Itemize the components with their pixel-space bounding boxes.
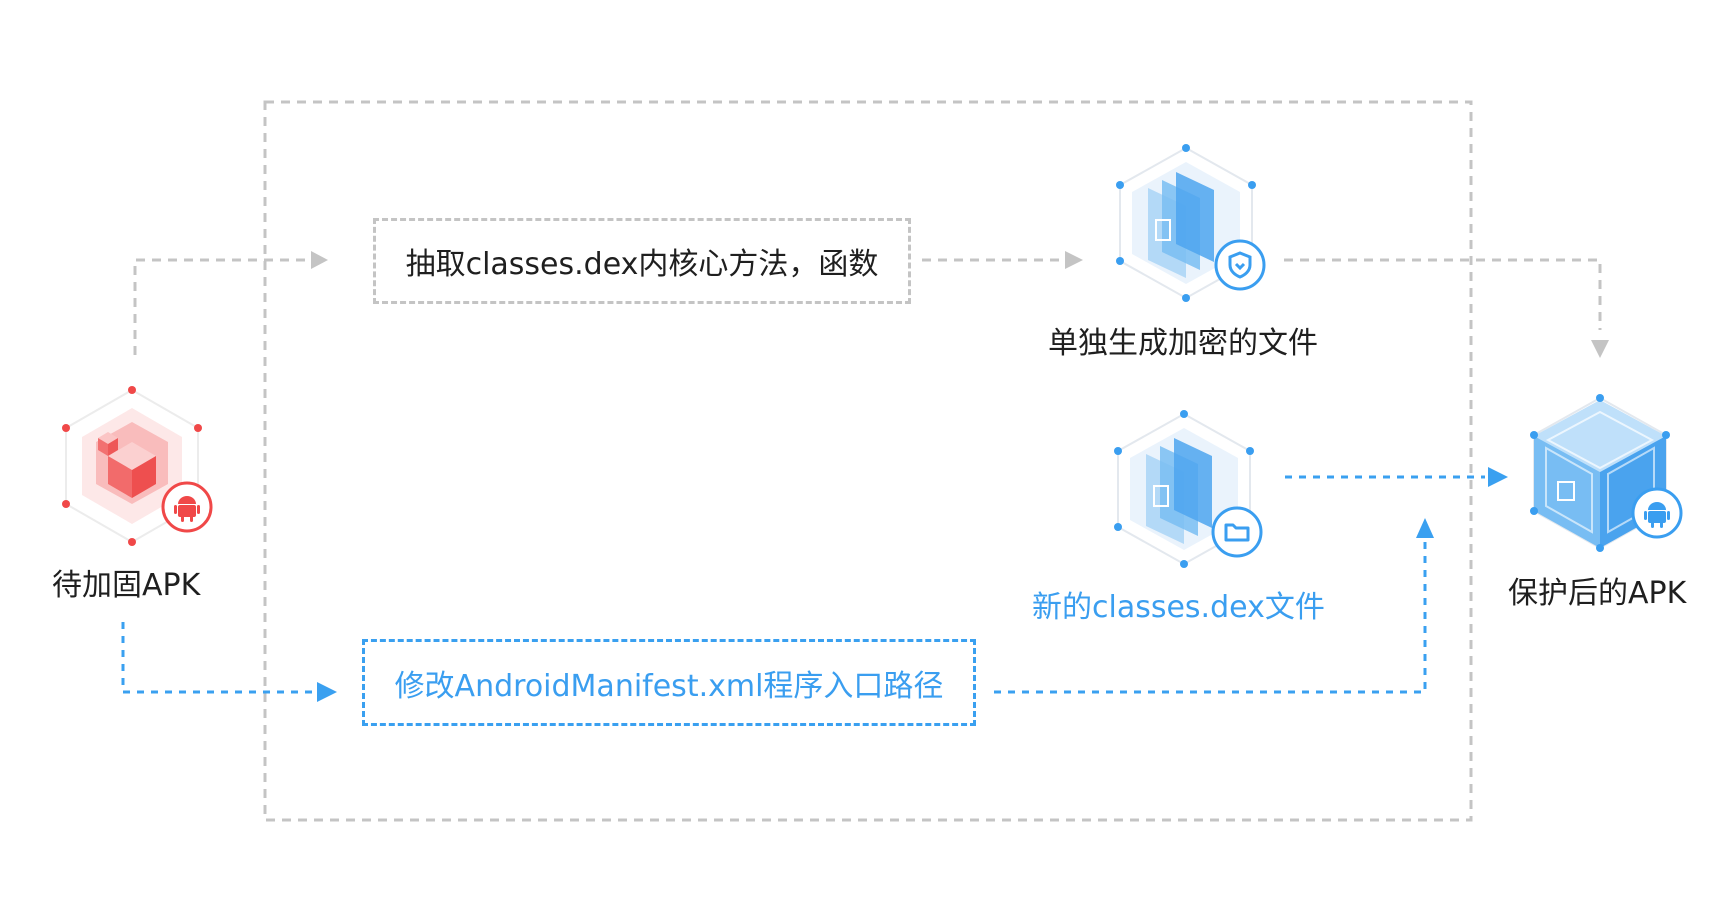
connector-apk-to-extract — [133, 258, 316, 355]
modify-step-box: 修改AndroidManifest.xml程序入口路径 — [362, 639, 976, 726]
shield-icon — [1214, 239, 1266, 291]
modify-step-label: 修改AndroidManifest.xml程序入口路径 — [394, 668, 944, 704]
protected-apk-node — [1520, 390, 1690, 560]
source-apk-node — [60, 380, 220, 550]
encrypted-file-node — [1110, 142, 1270, 302]
arrow-into-encrypted — [1065, 251, 1083, 269]
arrow-into-protected — [1591, 340, 1609, 358]
extract-step-label: 抽取classes.dex内核心方法，函数 — [405, 247, 879, 282]
new-dex-node — [1108, 408, 1268, 568]
apk-hardening-diagram: 抽取classes.dex内核心方法，函数 修改AndroidManifest.… — [0, 0, 1720, 920]
connector-layer — [121, 100, 1609, 822]
new-dex-label: 新的classes.dex文件 — [1032, 590, 1325, 625]
protected-apk-label: 保护后的APK — [1508, 576, 1687, 611]
arrow-into-extract — [311, 251, 328, 269]
arrow-into-protected-blue — [1488, 467, 1508, 487]
source-apk-label: 待加固APK — [52, 568, 201, 603]
folder-icon — [1211, 506, 1263, 558]
connector-encrypted-to-protected — [1284, 258, 1602, 330]
arrow-into-modify — [317, 682, 337, 702]
encrypted-file-label: 单独生成加密的文件 — [1048, 326, 1318, 361]
android-icon — [161, 481, 213, 533]
connector-apk-to-modify — [121, 622, 315, 694]
arrow-up-to-new-dex — [1416, 518, 1434, 538]
android-icon — [1631, 487, 1683, 539]
extract-step-box: 抽取classes.dex内核心方法，函数 — [373, 218, 911, 304]
